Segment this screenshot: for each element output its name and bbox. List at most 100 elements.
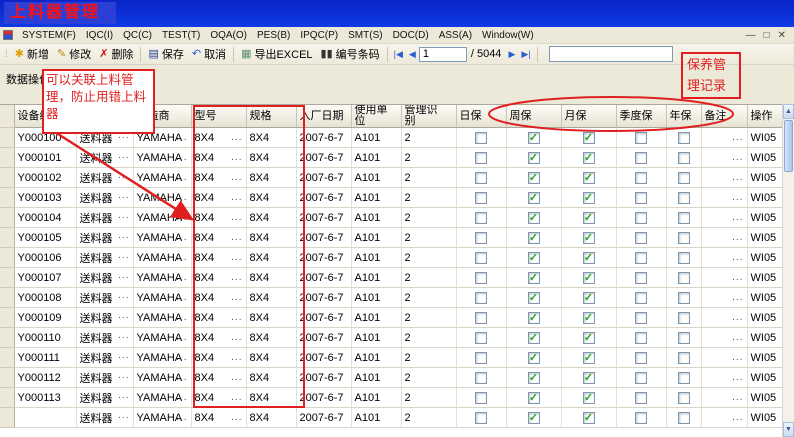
daily-checkbox[interactable] xyxy=(475,272,487,284)
weekly-checkbox[interactable]: ✓ xyxy=(528,332,540,344)
cell-unit[interactable]: A101 xyxy=(351,348,401,368)
row-selector[interactable] xyxy=(0,308,14,328)
yearly-checkbox[interactable] xyxy=(678,132,690,144)
daily-checkbox[interactable] xyxy=(475,132,487,144)
cell-name[interactable]: ...送料器 xyxy=(76,188,133,208)
cell-mgmt[interactable]: 2 xyxy=(401,268,456,288)
cell-unit[interactable]: A101 xyxy=(351,208,401,228)
col-header-monthly[interactable]: 月保 xyxy=(561,105,616,128)
cell-unit[interactable]: A101 xyxy=(351,128,401,148)
scrollbar-thumb[interactable] xyxy=(784,120,793,172)
monthly-checkbox[interactable]: ✓ xyxy=(583,252,595,264)
ellipsis-button[interactable]: ... xyxy=(231,412,242,423)
quarterly-checkbox[interactable] xyxy=(635,272,647,284)
cell-remark[interactable]: ... xyxy=(701,288,747,308)
daily-checkbox[interactable] xyxy=(475,252,487,264)
row-selector[interactable] xyxy=(0,388,14,408)
row-selector[interactable] xyxy=(0,288,14,308)
yearly-checkbox[interactable] xyxy=(678,332,690,344)
cell-date[interactable]: 2007-6-7 xyxy=(296,168,351,188)
daily-checkbox[interactable] xyxy=(475,212,487,224)
quarterly-checkbox[interactable] xyxy=(635,312,647,324)
ellipsis-button[interactable]: ... xyxy=(231,332,242,343)
cell-id[interactable]: Y000105 xyxy=(14,228,76,248)
cell-spec[interactable]: 8X4 xyxy=(246,388,296,408)
weekly-checkbox[interactable]: ✓ xyxy=(528,132,540,144)
cell-mgmt[interactable]: 2 xyxy=(401,228,456,248)
cell-model[interactable]: ...8X4 xyxy=(191,348,246,368)
menu-item-ipqc[interactable]: IPQC(P) xyxy=(295,30,343,41)
cell-op[interactable]: WI05 xyxy=(747,268,782,288)
cell-spec[interactable]: 8X4 xyxy=(246,328,296,348)
daily-checkbox[interactable] xyxy=(475,372,487,384)
row-selector[interactable] xyxy=(0,348,14,368)
cell-op[interactable]: WI05 xyxy=(747,388,782,408)
monthly-checkbox[interactable]: ✓ xyxy=(583,372,595,384)
ellipsis-button[interactable]: ... xyxy=(231,172,242,183)
ellipsis-button[interactable]: ... xyxy=(231,352,242,363)
monthly-checkbox[interactable]: ✓ xyxy=(583,352,595,364)
cell-id[interactable]: Y000110 xyxy=(14,328,76,348)
cell-id[interactable]: Y000107 xyxy=(14,268,76,288)
cell-maker[interactable]: ...YAMAHA xyxy=(133,228,191,248)
ellipsis-button[interactable]: ... xyxy=(118,170,129,181)
col-header-spec[interactable]: 规格 xyxy=(246,105,296,128)
cell-name[interactable]: ...送料器 xyxy=(76,168,133,188)
cell-date[interactable]: 2007-6-7 xyxy=(296,248,351,268)
cell-spec[interactable]: 8X4 xyxy=(246,368,296,388)
yearly-checkbox[interactable] xyxy=(678,232,690,244)
cell-mgmt[interactable]: 2 xyxy=(401,248,456,268)
cell-maker[interactable]: ...YAMAHA xyxy=(133,328,191,348)
cell-remark[interactable]: ... xyxy=(701,248,747,268)
ellipsis-button[interactable]: ... xyxy=(118,210,129,221)
ellipsis-button[interactable]: ... xyxy=(732,312,743,323)
cell-model[interactable]: ...8X4 xyxy=(191,388,246,408)
menu-item-doc[interactable]: DOC(D) xyxy=(388,30,434,41)
cell-unit[interactable]: A101 xyxy=(351,368,401,388)
ellipsis-button[interactable]: ... xyxy=(231,152,242,163)
ellipsis-button[interactable]: ... xyxy=(732,352,743,363)
ellipsis-button[interactable]: ... xyxy=(118,390,129,401)
ellipsis-button[interactable]: ... xyxy=(118,270,129,281)
weekly-checkbox[interactable]: ✓ xyxy=(528,372,540,384)
quarterly-checkbox[interactable] xyxy=(635,152,647,164)
col-header-weekly[interactable]: 周保 xyxy=(506,105,561,128)
weekly-checkbox[interactable]: ✓ xyxy=(528,312,540,324)
cell-maker[interactable]: ...YAMAHA xyxy=(133,268,191,288)
cell-mgmt[interactable]: 2 xyxy=(401,348,456,368)
cell-maker[interactable]: ...YAMAHA xyxy=(133,368,191,388)
cell-unit[interactable]: A101 xyxy=(351,288,401,308)
ellipsis-button[interactable]: ... xyxy=(118,410,129,421)
cell-remark[interactable]: ... xyxy=(701,228,747,248)
cell-spec[interactable]: 8X4 xyxy=(246,268,296,288)
cell-date[interactable]: 2007-6-7 xyxy=(296,188,351,208)
scroll-down-icon[interactable]: ▼ xyxy=(783,422,794,437)
menu-item-window[interactable]: Window(W) xyxy=(477,30,539,41)
cell-mgmt[interactable]: 2 xyxy=(401,328,456,348)
ellipsis-button[interactable]: ... xyxy=(231,372,242,383)
cell-mgmt[interactable]: 2 xyxy=(401,368,456,388)
cell-name[interactable]: ...送料器 xyxy=(76,268,133,288)
ellipsis-button[interactable]: ... xyxy=(118,330,129,341)
cell-spec[interactable]: 8X4 xyxy=(246,168,296,188)
yearly-checkbox[interactable] xyxy=(678,272,690,284)
cell-maker[interactable]: ...YAMAHA xyxy=(133,388,191,408)
cell-spec[interactable]: 8X4 xyxy=(246,288,296,308)
ellipsis-button[interactable]: ... xyxy=(732,392,743,403)
cell-remark[interactable]: ... xyxy=(701,348,747,368)
ellipsis-button[interactable]: ... xyxy=(118,350,129,361)
yearly-checkbox[interactable] xyxy=(678,352,690,364)
col-header-remark[interactable]: 备注 xyxy=(701,105,747,128)
cell-name[interactable]: ...送料器 xyxy=(76,328,133,348)
cell-id[interactable]: Y000102 xyxy=(14,168,76,188)
cell-remark[interactable]: ... xyxy=(701,308,747,328)
col-header-daily[interactable]: 日保 xyxy=(456,105,506,128)
daily-checkbox[interactable] xyxy=(475,412,487,424)
row-selector[interactable] xyxy=(0,188,14,208)
row-selector[interactable] xyxy=(0,168,14,188)
cell-model[interactable]: ...8X4 xyxy=(191,148,246,168)
row-selector[interactable] xyxy=(0,368,14,388)
cell-name[interactable]: ...送料器 xyxy=(76,388,133,408)
cell-model[interactable]: ...8X4 xyxy=(191,248,246,268)
cell-name[interactable]: ...送料器 xyxy=(76,248,133,268)
